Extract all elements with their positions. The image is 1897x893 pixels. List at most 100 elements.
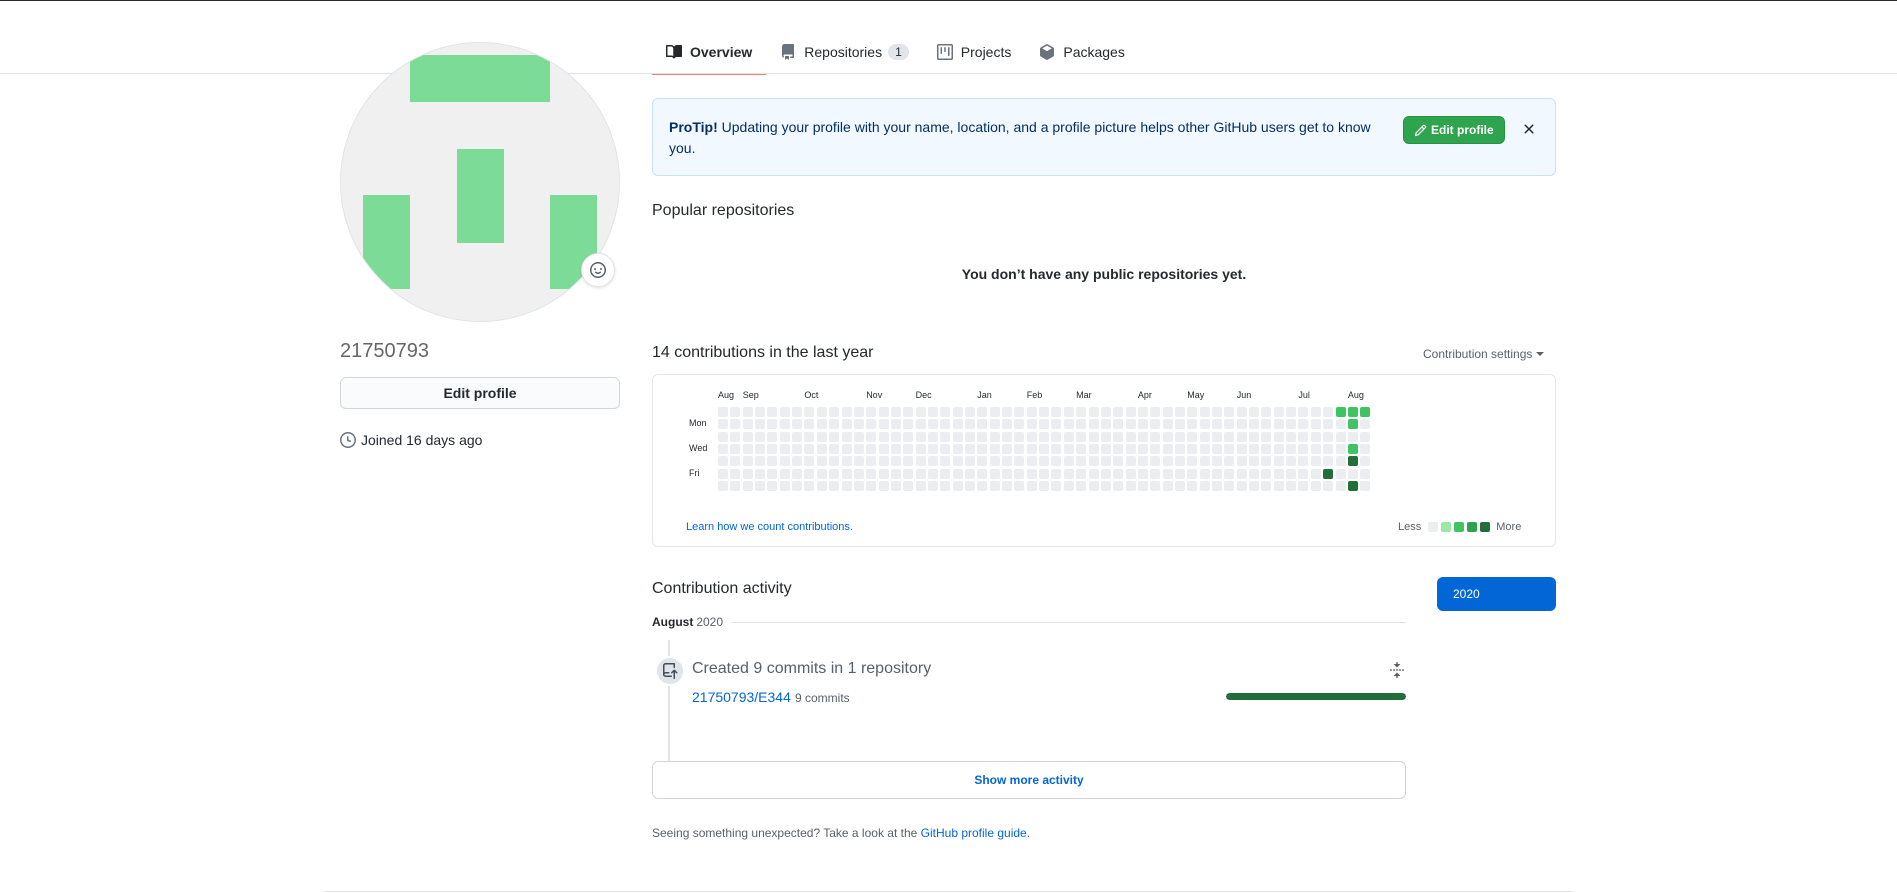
contribution-day[interactable] xyxy=(1286,468,1297,479)
contribution-day[interactable] xyxy=(1236,443,1247,454)
contribution-day[interactable] xyxy=(1360,443,1371,454)
contribution-day[interactable] xyxy=(1310,419,1321,430)
contribution-day[interactable] xyxy=(1150,431,1161,442)
contribution-day[interactable] xyxy=(1002,456,1013,467)
contribution-day[interactable] xyxy=(1224,480,1235,491)
contribution-day[interactable] xyxy=(1347,407,1358,417)
contribution-day[interactable] xyxy=(1298,443,1309,454)
contribution-day[interactable] xyxy=(866,456,877,467)
contribution-day[interactable] xyxy=(804,456,815,467)
contribution-day[interactable] xyxy=(1162,443,1173,454)
contribution-day[interactable] xyxy=(841,407,852,417)
contribution-day[interactable] xyxy=(816,407,827,417)
contribution-day[interactable] xyxy=(853,407,864,417)
contribution-day[interactable] xyxy=(1236,431,1247,442)
contribution-day[interactable] xyxy=(1310,443,1321,454)
contribution-day[interactable] xyxy=(1224,419,1235,430)
contribution-day[interactable] xyxy=(1298,468,1309,479)
contribution-day[interactable] xyxy=(792,431,803,442)
contribution-day[interactable] xyxy=(1310,468,1321,479)
contribution-day[interactable] xyxy=(829,480,840,491)
contribution-day[interactable] xyxy=(1100,407,1111,417)
contribution-day[interactable] xyxy=(952,480,963,491)
contribution-day[interactable] xyxy=(742,431,753,442)
contribution-day[interactable] xyxy=(742,456,753,467)
contribution-day[interactable] xyxy=(779,468,790,479)
contribution-day[interactable] xyxy=(1323,431,1334,442)
contribution-day[interactable] xyxy=(1100,431,1111,442)
contribution-day[interactable] xyxy=(1224,407,1235,417)
contribution-day[interactable] xyxy=(1162,480,1173,491)
contribution-day[interactable] xyxy=(730,468,741,479)
contribution-day[interactable] xyxy=(940,480,951,491)
contribution-day[interactable] xyxy=(989,456,1000,467)
contribution-day[interactable] xyxy=(1100,480,1111,491)
contribution-day[interactable] xyxy=(1273,456,1284,467)
contribution-day[interactable] xyxy=(1113,468,1124,479)
contribution-day[interactable] xyxy=(1113,407,1124,417)
contribution-day[interactable] xyxy=(1273,407,1284,417)
contribution-day[interactable] xyxy=(965,468,975,479)
contribution-day[interactable] xyxy=(779,456,790,467)
contribution-day[interactable] xyxy=(1026,456,1037,467)
contribution-day[interactable] xyxy=(1162,407,1173,417)
contribution-day[interactable] xyxy=(755,419,765,430)
contribution-day[interactable] xyxy=(742,480,753,491)
contribution-day[interactable] xyxy=(1113,443,1124,454)
contribution-day[interactable] xyxy=(903,431,914,442)
contribution-day[interactable] xyxy=(1360,480,1371,491)
contribution-day[interactable] xyxy=(816,443,827,454)
contribution-day[interactable] xyxy=(1076,419,1087,430)
contribution-day[interactable] xyxy=(1224,456,1235,467)
contribution-day[interactable] xyxy=(1323,456,1334,467)
contribution-day[interactable] xyxy=(965,431,975,442)
contribution-day[interactable] xyxy=(730,443,741,454)
contribution-day[interactable] xyxy=(866,443,877,454)
contribution-day[interactable] xyxy=(1273,468,1284,479)
contribution-day[interactable] xyxy=(1347,419,1358,430)
contribution-day[interactable] xyxy=(1347,456,1358,467)
contribution-day[interactable] xyxy=(866,407,877,417)
contribution-day[interactable] xyxy=(718,468,728,479)
contribution-day[interactable] xyxy=(792,419,803,430)
contribution-day[interactable] xyxy=(1199,419,1210,430)
contribution-day[interactable] xyxy=(1212,480,1222,491)
contribution-day[interactable] xyxy=(1125,443,1136,454)
contribution-day[interactable] xyxy=(829,456,840,467)
contribution-day[interactable] xyxy=(878,480,889,491)
contribution-day[interactable] xyxy=(1261,431,1272,442)
contribution-day[interactable] xyxy=(1088,468,1099,479)
contribution-day[interactable] xyxy=(1286,419,1297,430)
contribution-day[interactable] xyxy=(1076,456,1087,467)
contribution-day[interactable] xyxy=(816,456,827,467)
contribution-day[interactable] xyxy=(804,443,815,454)
contribution-day[interactable] xyxy=(1039,431,1050,442)
contribution-day[interactable] xyxy=(841,480,852,491)
contribution-day[interactable] xyxy=(1076,431,1087,442)
contribution-day[interactable] xyxy=(1125,480,1136,491)
contribution-day[interactable] xyxy=(755,480,765,491)
contribution-day[interactable] xyxy=(1273,431,1284,442)
contribution-day[interactable] xyxy=(816,431,827,442)
contribution-day[interactable] xyxy=(1039,443,1050,454)
contribution-day[interactable] xyxy=(1261,468,1272,479)
contribution-day[interactable] xyxy=(1125,456,1136,467)
contribution-day[interactable] xyxy=(767,468,778,479)
contribution-day[interactable] xyxy=(1014,468,1025,479)
contribution-day[interactable] xyxy=(1113,431,1124,442)
contribution-day[interactable] xyxy=(1026,431,1037,442)
contribution-day[interactable] xyxy=(816,419,827,430)
contribution-day[interactable] xyxy=(1199,443,1210,454)
contribution-day[interactable] xyxy=(915,480,926,491)
contribution-day[interactable] xyxy=(1360,468,1371,479)
contribution-day[interactable] xyxy=(1212,407,1222,417)
contribution-day[interactable] xyxy=(1249,443,1259,454)
contribution-day[interactable] xyxy=(1014,480,1025,491)
contribution-day[interactable] xyxy=(940,443,951,454)
contribution-day[interactable] xyxy=(1298,419,1309,430)
contribution-day[interactable] xyxy=(1323,407,1334,417)
contribution-day[interactable] xyxy=(804,480,815,491)
contribution-day[interactable] xyxy=(878,407,889,417)
contribution-day[interactable] xyxy=(1150,443,1161,454)
contribution-day[interactable] xyxy=(1347,468,1358,479)
